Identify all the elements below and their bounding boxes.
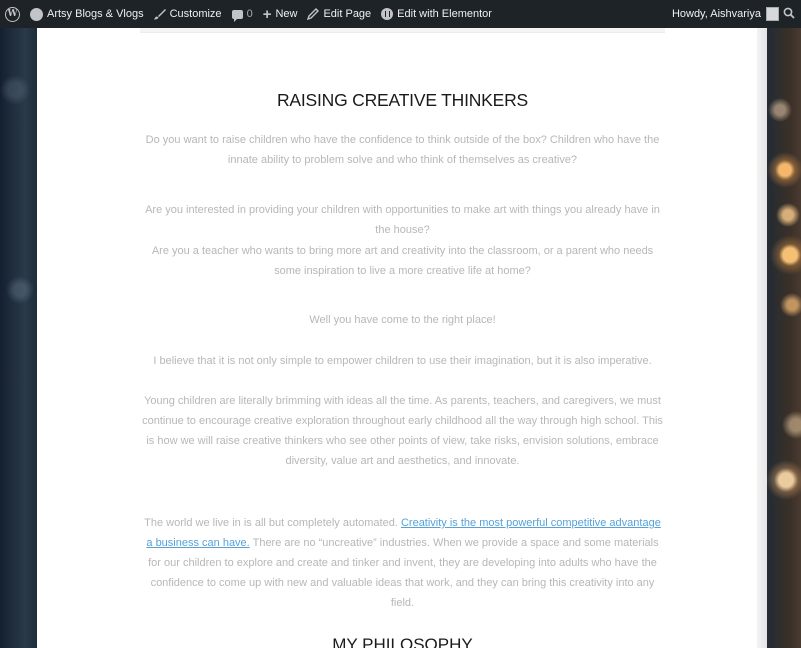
customize-link[interactable]: Customize xyxy=(149,0,227,28)
my-account-menu[interactable]: Howdy, Aishvariya xyxy=(667,0,779,28)
paragraph-7-start: The world we live in is all but complete… xyxy=(144,517,401,529)
edit-page-link[interactable]: Edit Page xyxy=(302,0,376,28)
comments-count: 0 xyxy=(246,8,253,20)
wordpress-logo-icon: W xyxy=(5,6,20,22)
elementor-icon xyxy=(381,8,394,20)
pencil-icon xyxy=(307,8,320,20)
customize-label: Customize xyxy=(169,8,222,20)
plus-icon: + xyxy=(262,5,272,23)
edit-elementor-link[interactable]: Edit with Elementor xyxy=(376,0,497,28)
content-top-divider xyxy=(140,28,665,33)
wp-admin-bar: W Artsy Blogs & Vlogs Customize 0 + New … xyxy=(0,0,801,28)
site-name-label: Artsy Blogs & Vlogs xyxy=(47,8,144,20)
site-name-menu[interactable]: Artsy Blogs & Vlogs xyxy=(25,0,149,28)
wp-logo-menu[interactable]: W xyxy=(0,0,25,28)
comment-bubble-icon xyxy=(231,9,243,22)
paragraph-2: Are you interested in providing your chi… xyxy=(145,204,660,236)
new-label: New xyxy=(275,8,298,20)
comments-link[interactable]: 0 xyxy=(227,0,258,28)
page-title: RAISING CREATIVE THINKERS xyxy=(276,90,529,110)
new-content-menu[interactable]: + New xyxy=(258,0,303,28)
paragraph-7: The world we live in is all but complete… xyxy=(140,513,665,613)
search-icon[interactable] xyxy=(779,7,801,22)
howdy-label: Howdy, Aishvariya xyxy=(671,8,761,20)
avatar xyxy=(766,7,779,21)
site-home-icon xyxy=(30,7,43,21)
brush-icon xyxy=(153,8,166,20)
philosophy-heading: MY PHILOSOPHY xyxy=(332,635,473,648)
paragraph-4: Well you have come to the right place! xyxy=(309,314,496,326)
edit-elementor-label: Edit with Elementor xyxy=(397,8,492,20)
paragraph-6: Young children are literally brimming wi… xyxy=(142,395,663,467)
paragraph-1: Do you want to raise children who have t… xyxy=(145,134,660,166)
paragraph-3: Are you a teacher who wants to bring mor… xyxy=(151,245,654,277)
edit-page-label: Edit Page xyxy=(323,8,372,20)
content-edge xyxy=(757,28,767,648)
paragraph-5: I believe that it is not only simple to … xyxy=(153,355,652,367)
